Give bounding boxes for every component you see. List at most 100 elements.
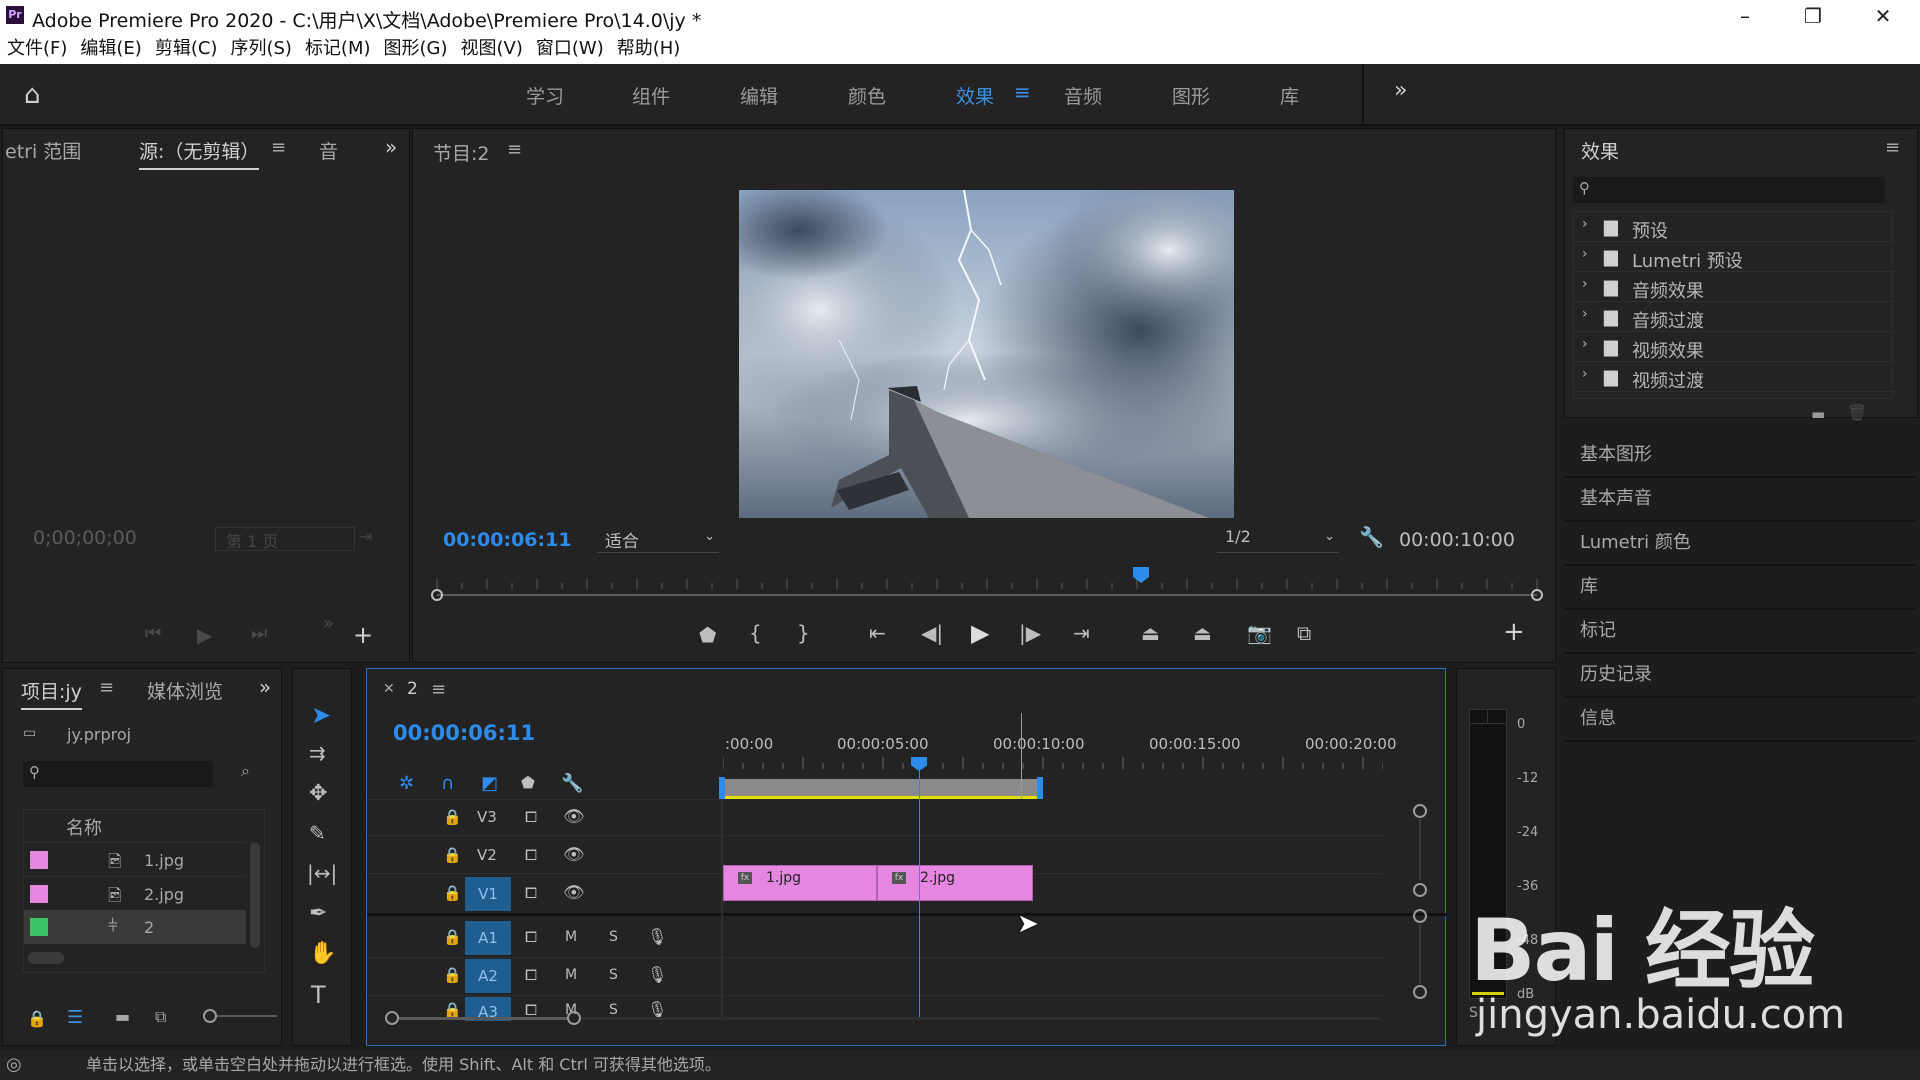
- scrollbar[interactable]: [250, 842, 260, 948]
- hand-tool-icon[interactable]: ✋: [309, 941, 336, 966]
- mute-button[interactable]: M: [565, 919, 577, 955]
- column-name-header[interactable]: 名称: [66, 814, 102, 840]
- workspace-graphics[interactable]: 图形: [1172, 82, 1210, 109]
- track-label-v2[interactable]: V2: [477, 837, 497, 873]
- zoom-end-handle[interactable]: [567, 1011, 581, 1025]
- sync-lock-icon[interactable]: ⧠: [525, 957, 537, 993]
- new-bin-icon[interactable]: ▬: [1811, 405, 1825, 423]
- menu-edit[interactable]: 编辑(E): [80, 34, 141, 64]
- workspace-assembly[interactable]: 组件: [632, 82, 670, 109]
- list-item[interactable]: 🖻 2.jpg: [24, 876, 246, 910]
- freeform-view-icon[interactable]: ⧉: [155, 1007, 166, 1027]
- icon-view-icon[interactable]: ▬: [115, 1007, 130, 1026]
- effects-item[interactable]: › ▆ 预设: [1574, 212, 1894, 242]
- tab-source[interactable]: 源:（无剪辑）: [139, 137, 260, 170]
- pen-tool-icon[interactable]: ✒: [309, 901, 327, 926]
- menu-clip[interactable]: 剪辑(C): [155, 34, 218, 64]
- step-forward-icon[interactable]: |▶: [1019, 621, 1041, 645]
- panel-menu-icon[interactable]: ≡: [431, 679, 446, 700]
- track-lock-icon[interactable]: 🔒: [443, 919, 462, 955]
- horizontal-scrollbar[interactable]: [581, 1017, 1381, 1020]
- workspace-audio[interactable]: 音频: [1064, 82, 1102, 109]
- effects-item[interactable]: › ▆ 视频过渡: [1574, 362, 1894, 392]
- side-panel-history[interactable]: 历史记录: [1564, 654, 1916, 698]
- more-workspaces-icon[interactable]: »: [1394, 78, 1407, 103]
- microphone-icon[interactable]: 🎙: [647, 995, 667, 1025]
- step-forward-icon[interactable]: ⏭: [251, 623, 267, 644]
- audio-scroll-top-handle[interactable]: [1413, 909, 1427, 923]
- restore-button[interactable]: ❐: [1793, 4, 1833, 30]
- play-icon[interactable]: ▶: [197, 623, 212, 647]
- sync-lock-icon[interactable]: ⧠: [525, 919, 537, 955]
- mark-in-icon[interactable]: {: [749, 621, 762, 645]
- menu-marker[interactable]: 标记(M): [305, 34, 371, 64]
- workspace-editing[interactable]: 编辑: [740, 82, 778, 109]
- step-icon[interactable]: ⇥: [359, 527, 372, 546]
- work-area-end-handle[interactable]: [1037, 777, 1043, 799]
- work-area-start-handle[interactable]: [719, 777, 725, 799]
- side-panel-lumetri-color[interactable]: Lumetri 颜色: [1564, 522, 1916, 566]
- panel-menu-icon[interactable]: ≡: [271, 137, 286, 158]
- sync-lock-icon[interactable]: ⧠: [525, 799, 537, 835]
- eye-icon[interactable]: 👁: [563, 799, 585, 835]
- video-scroll-top-handle[interactable]: [1413, 804, 1427, 818]
- effects-item[interactable]: › ▆ Lumetri 预设: [1574, 242, 1894, 272]
- menu-help[interactable]: 帮助(H): [617, 34, 681, 64]
- clip-1[interactable]: fx 1.jpg: [723, 865, 877, 901]
- workspace-color[interactable]: 颜色: [848, 82, 886, 109]
- workspace-learn[interactable]: 学习: [526, 82, 564, 109]
- solo-button[interactable]: S: [609, 957, 618, 993]
- sync-lock-icon[interactable]: ⧠: [525, 875, 537, 911]
- wrench-icon[interactable]: 🔧: [561, 773, 583, 794]
- audio-scroll-bottom-handle[interactable]: [1413, 985, 1427, 999]
- eye-icon[interactable]: 👁: [563, 837, 585, 873]
- razor-tool-icon[interactable]: ✎: [309, 821, 326, 845]
- comparison-view-icon[interactable]: ⧉: [1297, 621, 1311, 645]
- sync-lock-icon[interactable]: ⧠: [525, 837, 537, 873]
- list-view-icon[interactable]: ☰: [67, 1007, 83, 1028]
- mark-out-icon[interactable]: }: [797, 621, 810, 645]
- lock-icon[interactable]: 🔒: [27, 1009, 47, 1028]
- track-lock-icon[interactable]: 🔒: [443, 799, 462, 835]
- timeline-tab[interactable]: 2: [407, 679, 418, 699]
- step-back-icon[interactable]: ◀|: [921, 621, 943, 645]
- trash-icon[interactable]: 🗑: [1847, 403, 1867, 422]
- zoom-slider[interactable]: [217, 1015, 277, 1017]
- menu-view[interactable]: 视图(V): [461, 34, 523, 64]
- sync-lock-icon[interactable]: ⧠: [525, 995, 537, 1025]
- track-lock-icon[interactable]: 🔒: [443, 995, 462, 1025]
- workspace-menu-icon[interactable]: ≡: [1014, 80, 1031, 104]
- workspace-libraries[interactable]: 库: [1280, 82, 1299, 109]
- menu-graphics[interactable]: 图形(G): [384, 34, 448, 64]
- effects-item[interactable]: › ▆ 音频过渡: [1574, 302, 1894, 332]
- add-button[interactable]: +: [1503, 617, 1525, 647]
- program-current-timecode[interactable]: 00:00:06:11: [443, 529, 572, 551]
- track-lock-icon[interactable]: 🔒: [443, 837, 462, 873]
- add-marker-icon[interactable]: ⬟: [699, 623, 716, 647]
- linked-selection-icon[interactable]: ◩: [481, 773, 498, 794]
- go-to-out-icon[interactable]: ⇥: [1073, 621, 1090, 645]
- resolution-select[interactable]: 1/2 ⌄: [1217, 527, 1339, 553]
- panel-menu-icon[interactable]: ≡: [99, 677, 114, 698]
- lift-icon[interactable]: ⏏: [1141, 621, 1160, 645]
- wrench-icon[interactable]: 🔧: [1359, 525, 1384, 549]
- find-icon[interactable]: ⌕: [241, 761, 250, 781]
- slip-tool-icon[interactable]: |↔|: [307, 861, 337, 885]
- solo-button[interactable]: S: [609, 995, 618, 1025]
- more-buttons-icon[interactable]: »: [323, 613, 334, 634]
- tab-project[interactable]: 项目:jy: [21, 677, 82, 710]
- step-back-icon[interactable]: ⏮: [145, 623, 161, 644]
- snap-icon[interactable]: ∩: [441, 773, 454, 794]
- side-panel-essential-graphics[interactable]: 基本图形: [1564, 434, 1916, 478]
- fit-select[interactable]: 适合 ⌄: [597, 527, 719, 553]
- audio-scrollbar[interactable]: [1419, 924, 1421, 984]
- home-icon[interactable]: ⌂: [24, 80, 41, 110]
- timeline-timecode[interactable]: 00:00:06:11: [393, 721, 535, 745]
- menu-window[interactable]: 窗口(W): [536, 34, 604, 64]
- ripple-edit-icon[interactable]: ✥: [309, 781, 327, 806]
- track-label-a2[interactable]: A2: [465, 959, 511, 993]
- menu-sequence[interactable]: 序列(S): [230, 34, 291, 64]
- selection-tool-icon[interactable]: ➤: [311, 701, 331, 729]
- go-to-in-icon[interactable]: ⇤: [869, 621, 886, 645]
- work-area-bar[interactable]: [723, 779, 1039, 799]
